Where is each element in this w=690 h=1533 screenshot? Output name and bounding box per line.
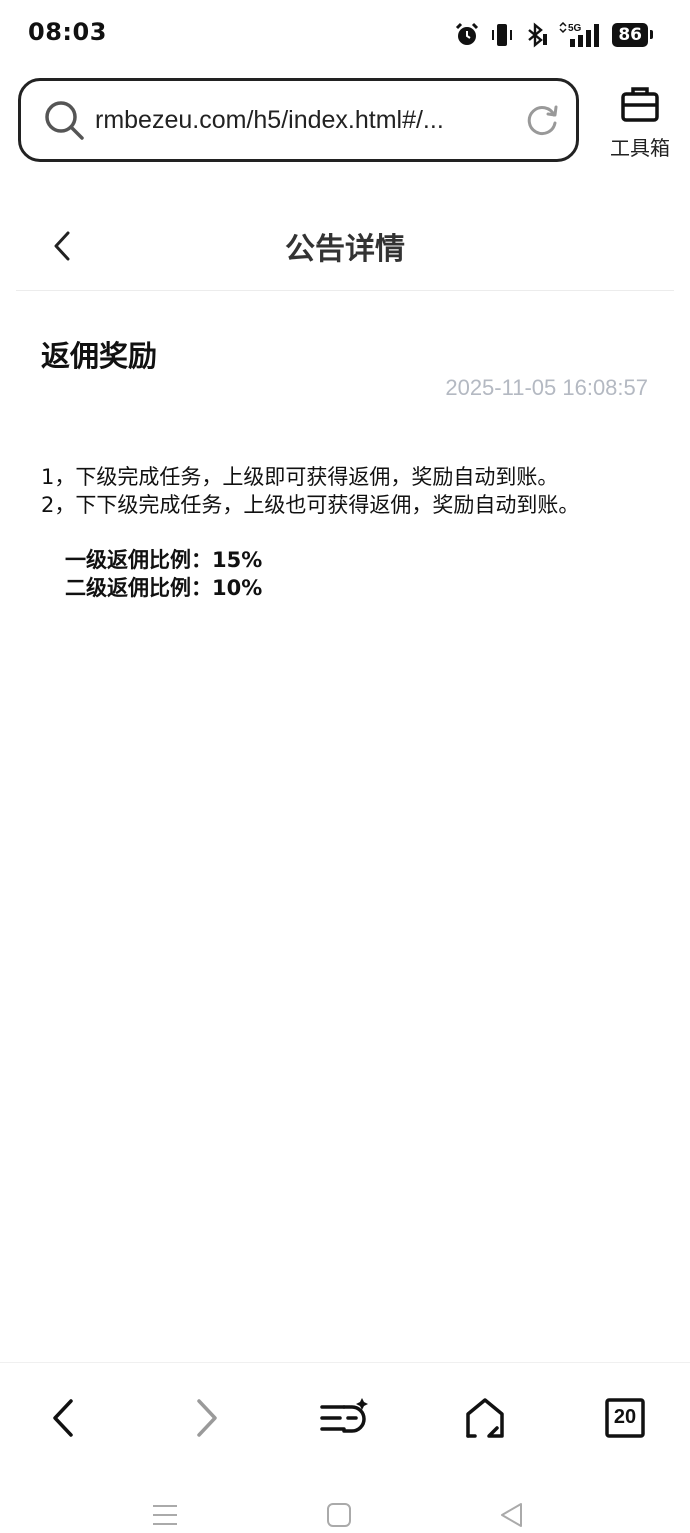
tabs-count: 20 <box>613 1406 637 1428</box>
url-text[interactable]: rmbezeu.com/h5/index.html#/... <box>95 106 495 135</box>
tabs-button[interactable]: 20 <box>601 1394 649 1442</box>
bluetooth-icon <box>528 22 548 48</box>
url-bar[interactable]: rmbezeu.com/h5/index.html#/... <box>18 78 579 162</box>
browser-forward-icon[interactable] <box>182 1394 230 1442</box>
browser-back-icon[interactable] <box>40 1394 88 1442</box>
vibrate-icon <box>492 24 513 46</box>
refresh-icon[interactable] <box>523 101 561 139</box>
status-time: 08:03 <box>28 18 107 46</box>
toolbox-icon <box>621 87 659 122</box>
system-menu-icon[interactable] <box>148 1498 182 1532</box>
notice-line: 1，下级完成任务，上级即可获得返佣，奖励自动到账。 <box>41 465 559 489</box>
toolbox-button[interactable]: 工具箱 <box>605 86 675 161</box>
network-label: 5G <box>568 23 582 34</box>
home-icon[interactable] <box>461 1394 509 1442</box>
search-icon <box>45 101 84 140</box>
signal-icon: 5G <box>559 22 600 47</box>
system-back-icon[interactable] <box>495 1498 529 1532</box>
page-title: 公告详情 <box>285 232 405 267</box>
bottom-divider <box>0 1362 690 1363</box>
alarm-icon <box>456 22 479 45</box>
notice-date: 2025-11-05 16:08:57 <box>445 375 648 400</box>
toolbox-label: 工具箱 <box>610 136 670 160</box>
level-2-ratio: 二级返佣比例：10% <box>65 576 263 600</box>
system-home-icon[interactable] <box>322 1498 356 1532</box>
notice-title: 返佣奖励 <box>41 339 158 373</box>
battery-icon: 86 <box>612 23 653 47</box>
feed-icon[interactable] <box>318 1394 372 1442</box>
header-divider <box>16 290 674 291</box>
status-icons: 5G 86 <box>454 20 653 50</box>
level-1-ratio: 一级返佣比例：15% <box>65 548 263 572</box>
notice-line: 2，下下级完成任务，上级也可获得返佣，奖励自动到账。 <box>41 493 580 517</box>
